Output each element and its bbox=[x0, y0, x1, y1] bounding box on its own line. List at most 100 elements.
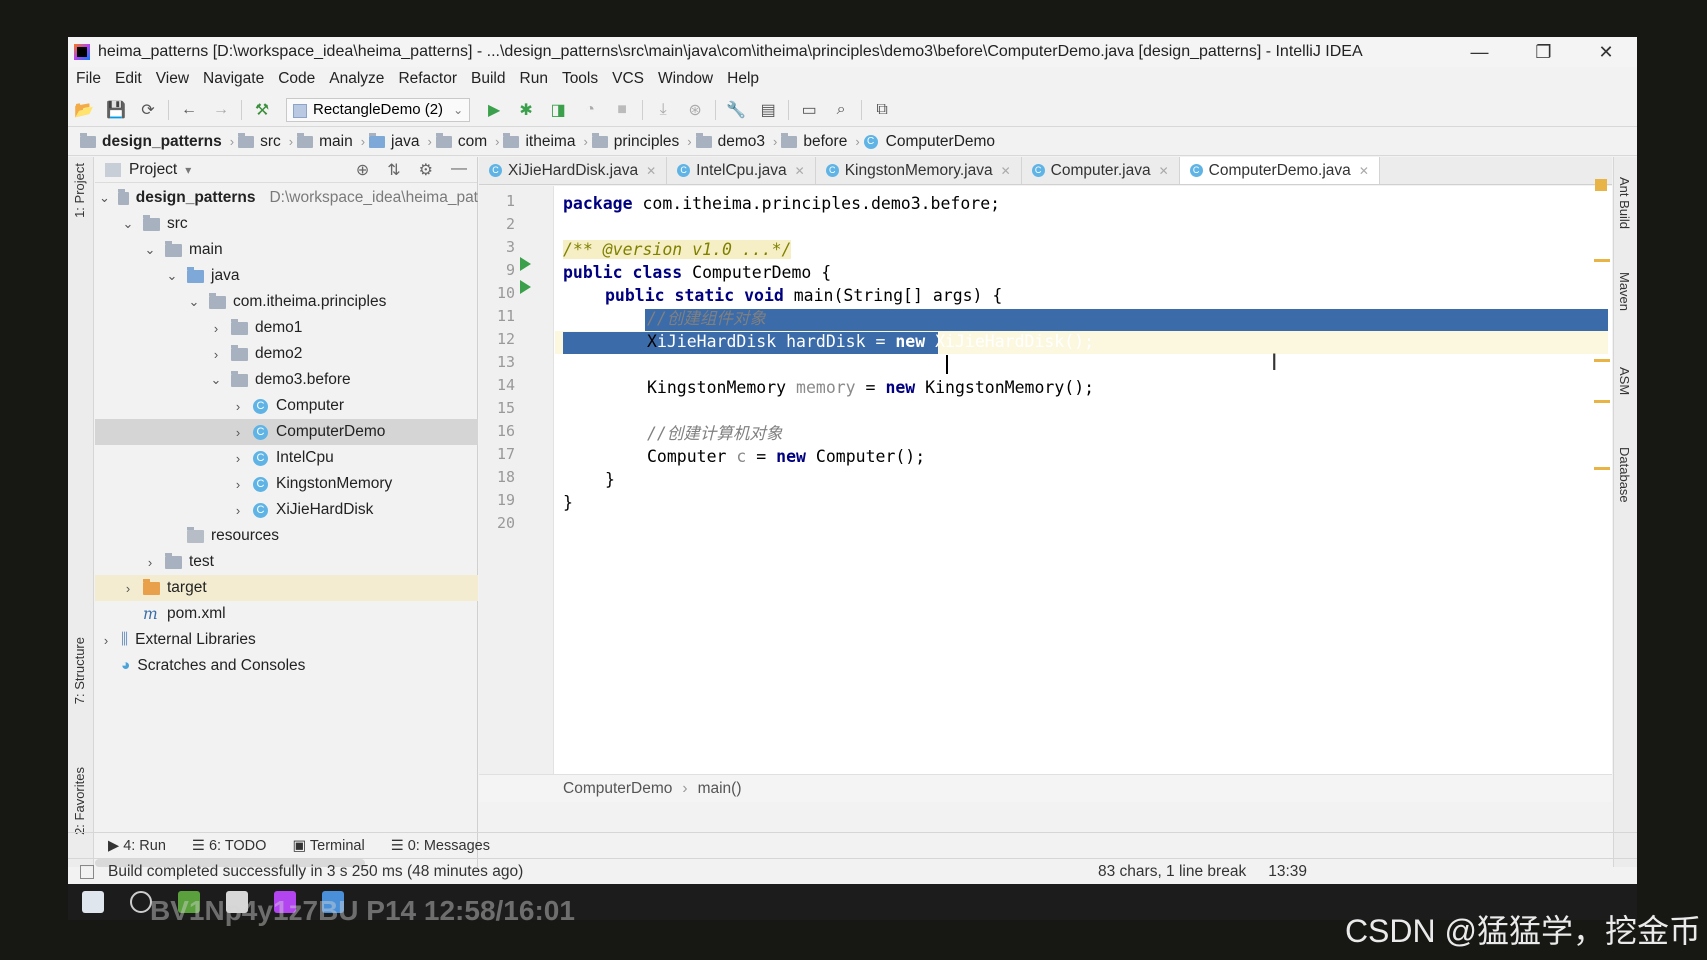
tool-tab-run[interactable]: ▶ 4: Run bbox=[108, 838, 166, 854]
crumb-demo3[interactable]: demo3 bbox=[695, 132, 765, 151]
forward-icon[interactable]: → bbox=[211, 100, 231, 120]
chevron-down-icon[interactable]: ⌄ bbox=[121, 216, 135, 232]
coverage-icon[interactable]: ◨ bbox=[548, 100, 568, 120]
tree-item-demo3-before[interactable]: ⌄ demo3.before bbox=[95, 367, 478, 393]
tab-intelcpu[interactable]: C IntelCpu.java ✕ bbox=[667, 157, 816, 184]
tree-item-computerdemo[interactable]: › C ComputerDemo bbox=[95, 419, 478, 445]
hide-icon[interactable]: — bbox=[451, 160, 467, 180]
chevron-down-icon[interactable]: ⌄ bbox=[209, 372, 223, 388]
menu-navigate[interactable]: Navigate bbox=[196, 70, 271, 88]
menu-refactor[interactable]: Refactor bbox=[391, 70, 464, 88]
tab-computerdemo[interactable]: C ComputerDemo.java ✕ bbox=[1179, 157, 1380, 184]
tool-tab-ant-build[interactable]: Ant Build bbox=[1617, 177, 1632, 229]
menu-analyze[interactable]: Analyze bbox=[322, 70, 391, 88]
warning-marker[interactable] bbox=[1595, 179, 1607, 191]
translate-icon[interactable]: ⧉ bbox=[872, 100, 892, 120]
chevron-right-icon[interactable]: › bbox=[209, 347, 223, 362]
tree-item-demo2[interactable]: › demo2 bbox=[95, 341, 478, 367]
tree-item-resources[interactable]: resources bbox=[95, 523, 478, 549]
chevron-right-icon[interactable]: › bbox=[231, 425, 245, 440]
tool-tab-asm[interactable]: ASM bbox=[1617, 367, 1632, 395]
crumb-design-patterns[interactable]: design_patterns bbox=[80, 132, 222, 151]
caret-position[interactable]: 13:39 bbox=[1268, 863, 1307, 881]
menu-file[interactable]: File bbox=[68, 70, 108, 88]
crumb-method[interactable]: main() bbox=[698, 780, 742, 798]
close-icon[interactable]: ✕ bbox=[1359, 164, 1369, 178]
tab-kingstonmemory[interactable]: C KingstonMemory.java ✕ bbox=[816, 157, 1022, 184]
run-config-select[interactable]: RectangleDemo (2) ⌄ bbox=[286, 97, 471, 122]
tree-item-target[interactable]: › target bbox=[95, 575, 478, 601]
chevron-right-icon[interactable]: › bbox=[209, 321, 223, 336]
tool-tab-maven[interactable]: Maven bbox=[1617, 272, 1632, 311]
tree-item-package[interactable]: ⌄ com.itheima.principles bbox=[95, 289, 478, 315]
crumb-com[interactable]: com bbox=[435, 132, 487, 151]
tool-tab-todo[interactable]: ☰ 6: TODO bbox=[192, 838, 267, 854]
crumb-java[interactable]: java bbox=[369, 132, 419, 151]
chevron-down-icon[interactable]: ⌄ bbox=[187, 294, 201, 310]
search-icon[interactable] bbox=[130, 891, 152, 913]
restore-button[interactable]: ❐ bbox=[1535, 42, 1551, 63]
build-hammer-icon[interactable]: ⚒ bbox=[252, 100, 272, 120]
tree-item-kingstonmemory[interactable]: › C KingstonMemory bbox=[95, 471, 478, 497]
collapse-all-icon[interactable]: ⇅ bbox=[387, 160, 400, 180]
chevron-right-icon[interactable]: › bbox=[143, 555, 157, 570]
tool-windows-icon[interactable] bbox=[80, 864, 94, 879]
tree-item-java[interactable]: ⌄ java bbox=[95, 263, 478, 289]
project-structure-icon[interactable]: ▤ bbox=[758, 100, 778, 120]
tree-item-xijieharddisk[interactable]: › C XiJieHardDisk bbox=[95, 497, 478, 523]
close-icon[interactable]: ✕ bbox=[646, 164, 656, 178]
stop-icon[interactable]: ■ bbox=[612, 100, 632, 120]
minimize-button[interactable]: — bbox=[1470, 42, 1488, 63]
close-button[interactable]: ✕ bbox=[1598, 42, 1613, 63]
profile-icon[interactable]: ◔ bbox=[580, 100, 600, 120]
chevron-right-icon[interactable]: › bbox=[231, 451, 245, 466]
sync-icon[interactable]: ⟳ bbox=[138, 100, 158, 120]
crumb-src[interactable]: src bbox=[238, 132, 281, 151]
tree-item-external-libraries[interactable]: › ⫼ External Libraries bbox=[95, 627, 478, 653]
chevron-down-icon[interactable]: ▾ bbox=[185, 163, 191, 177]
debug-icon[interactable]: ✱ bbox=[516, 100, 536, 120]
tree-item-design-patterns[interactable]: ⌄ design_patterns D:\workspace_idea\heima_… bbox=[95, 185, 478, 211]
close-icon[interactable]: ✕ bbox=[795, 164, 805, 178]
windows-start-icon[interactable] bbox=[82, 891, 104, 913]
tool-tab-messages[interactable]: ☰ 0: Messages bbox=[391, 838, 490, 854]
tree-item-demo1[interactable]: › demo1 bbox=[95, 315, 478, 341]
chevron-down-icon[interactable]: ⌄ bbox=[165, 268, 179, 284]
tool-tab-database[interactable]: Database bbox=[1617, 447, 1632, 503]
code-editor[interactable]: 1 2 3 9 10 11 12 13 14 15 16 17 18 19 20… bbox=[479, 186, 1612, 802]
close-icon[interactable]: ✕ bbox=[1159, 164, 1169, 178]
chevron-down-icon[interactable]: ⌄ bbox=[99, 190, 110, 206]
crumb-principles[interactable]: principles bbox=[591, 132, 679, 151]
tree-item-pom[interactable]: m pom.xml bbox=[95, 601, 478, 627]
settings-wrench-icon[interactable]: 🔧 bbox=[726, 100, 746, 120]
error-stripe-marker[interactable] bbox=[1594, 400, 1610, 403]
project-view-select[interactable]: Project bbox=[129, 161, 177, 179]
chevron-right-icon[interactable]: › bbox=[231, 399, 245, 414]
tool-tab-terminal[interactable]: ▣ Terminal bbox=[292, 838, 364, 854]
tool-tab-favorites[interactable]: 2: Favorites bbox=[72, 767, 87, 835]
menu-code[interactable]: Code bbox=[271, 70, 322, 88]
menu-build[interactable]: Build bbox=[464, 70, 512, 88]
menu-help[interactable]: Help bbox=[720, 70, 766, 88]
tree-item-test[interactable]: › test bbox=[95, 549, 478, 575]
error-stripe-marker[interactable] bbox=[1594, 467, 1610, 470]
tab-xijieharddisk[interactable]: C XiJieHardDisk.java ✕ bbox=[479, 157, 668, 184]
close-icon[interactable]: ✕ bbox=[1001, 164, 1011, 178]
menu-run[interactable]: Run bbox=[513, 70, 555, 88]
search-icon[interactable]: ⌕ bbox=[831, 100, 851, 120]
tree-item-computer[interactable]: › C Computer bbox=[95, 393, 478, 419]
tool-tab-structure[interactable]: 7: Structure bbox=[72, 637, 87, 704]
vcs-icon[interactable]: ⊛ bbox=[685, 100, 705, 120]
menu-view[interactable]: View bbox=[149, 70, 196, 88]
tree-item-scratches[interactable]: ◕ Scratches and Consoles bbox=[95, 653, 478, 679]
menu-window[interactable]: Window bbox=[651, 70, 720, 88]
save-icon[interactable]: 💾 bbox=[106, 100, 126, 120]
menu-edit[interactable]: Edit bbox=[108, 70, 149, 88]
chevron-right-icon[interactable]: › bbox=[231, 477, 245, 492]
gear-icon[interactable]: ⚙ bbox=[419, 160, 433, 180]
tool-tab-project[interactable]: 1: Project bbox=[72, 163, 87, 218]
open-folder-icon[interactable]: 📂 bbox=[74, 100, 94, 120]
tree-item-src[interactable]: ⌄ src bbox=[95, 211, 478, 237]
chevron-right-icon[interactable]: › bbox=[231, 503, 245, 518]
menu-vcs[interactable]: VCS bbox=[605, 70, 651, 88]
